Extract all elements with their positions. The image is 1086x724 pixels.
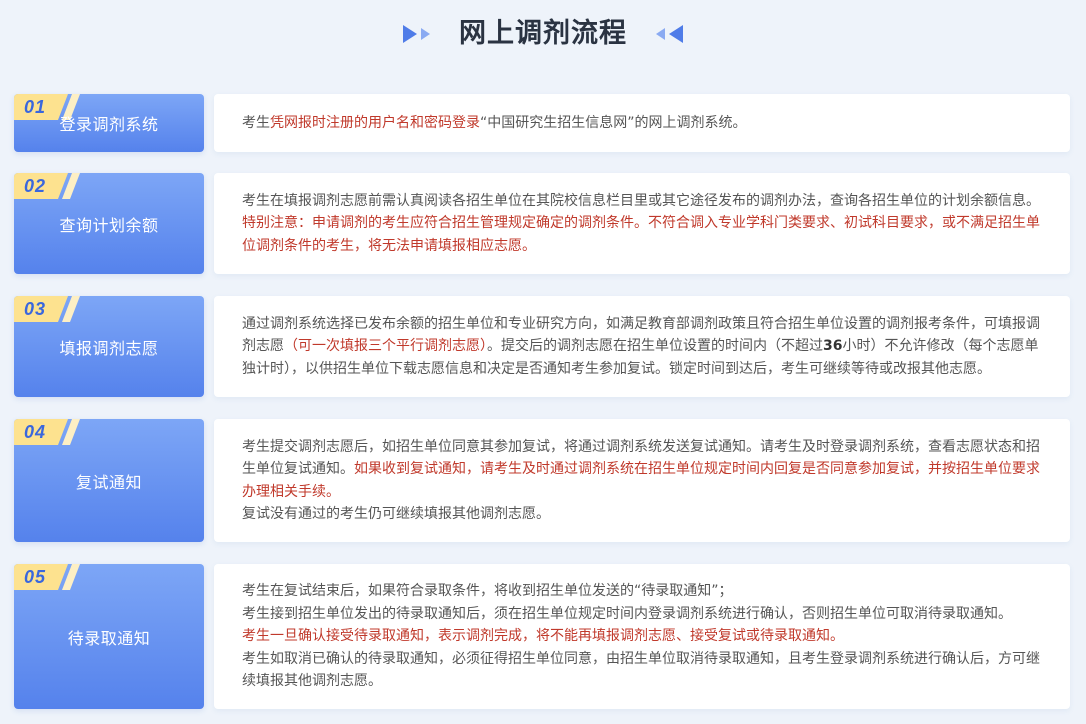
step-description-card: 考生在填报调剂志愿前需认真阅读各招生单位在其院校信息栏目里或其它途径发布的调剂办… — [214, 173, 1070, 274]
step-description-card: 考生提交调剂志愿后，如招生单位同意其参加复试，将通过调剂系统发送复试通知。请考生… — [214, 419, 1070, 542]
description-text: 。提交后的调剂志愿在招生单位设置的时间内（不超过 — [487, 338, 823, 355]
step-description: 考生在填报调剂志愿前需认真阅读各招生单位在其院校信息栏目里或其它途径发布的调剂办… — [242, 190, 1042, 257]
description-text: 考生如取消已确认的待录取通知，必须征得招生单位同意，由招生单位取消待录取通知，且… — [242, 650, 1040, 690]
step-description: 考生在复试结束后，如果符合录取条件，将收到招生单位发送的“待录取通知”； 考生接… — [242, 580, 1042, 692]
description-paragraph: 考生在复试结束后，如果符合录取条件，将收到招生单位发送的“待录取通知”； — [242, 580, 1042, 602]
description-text: 考生接到招生单位发出的待录取通知后，须在招生单位规定时间内登录调剂系统进行确认，… — [242, 605, 1012, 622]
highlighted-text: 凭网报时注册的用户名和密码登录 — [270, 114, 480, 131]
step-label: 登录调剂系统 — [59, 115, 159, 134]
step-row-05: 05 待录取通知 考生在复试结束后，如果符合录取条件，将收到招生单位发送的“待录… — [14, 564, 1070, 709]
step-description-card: 通过调剂系统选择已发布余额的招生单位和专业研究方向，如满足教育部调剂政策且符合招… — [214, 296, 1070, 397]
step-label: 复试通知 — [75, 472, 142, 492]
description-text: 考生 — [242, 114, 270, 131]
description-paragraph: 考生一旦确认接受待录取通知，表示调剂完成，将不能再填报调剂志愿、接受复试或待录取… — [242, 625, 1042, 647]
description-text: “中国研究生招生信息网”的网上调剂系统。 — [480, 114, 747, 131]
highlighted-text: 特别注意：申请调剂的考生应符合招生管理规定确定的调剂条件。不符合调入专业学科门类… — [242, 215, 1040, 254]
step-label: 查询计划余额 — [59, 215, 159, 235]
description-paragraph: 考生接到招生单位发出的待录取通知后，须在招生单位规定时间内登录调剂系统进行确认，… — [242, 603, 1042, 625]
page-title: 网上调剂流程 — [459, 18, 627, 49]
highlighted-text: （可一次填报三个平行调剂志愿） — [284, 338, 487, 355]
description-text: 考生在填报调剂志愿前需认真阅读各招生单位在其院校信息栏目里或其它途径发布的调剂办… — [242, 192, 1040, 209]
page-header: 网上调剂流程 — [0, 14, 1086, 54]
highlighted-text: 考生一旦确认接受待录取通知，表示调剂完成，将不能再填报调剂志愿、接受复试或待录取… — [242, 628, 844, 645]
step-description-card: 考生在复试结束后，如果符合录取条件，将收到招生单位发送的“待录取通知”； 考生接… — [214, 564, 1070, 709]
description-text: 考生在复试结束后，如果符合录取条件，将收到招生单位发送的“待录取通知”； — [242, 583, 733, 600]
step-row-03: 03 填报调剂志愿 通过调剂系统选择已发布余额的招生单位和专业研究方向，如满足教… — [14, 296, 1070, 397]
step-description-card: 考生凭网报时注册的用户名和密码登录“中国研究生招生信息网”的网上调剂系统。 — [214, 94, 1070, 152]
description-paragraph: 通过调剂系统选择已发布余额的招生单位和专业研究方向，如满足教育部调剂政策且符合招… — [242, 313, 1042, 380]
step-label-card: 04 复试通知 — [14, 419, 204, 542]
step-description: 考生凭网报时注册的用户名和密码登录“中国研究生招生信息网”的网上调剂系统。 — [242, 112, 1042, 134]
description-paragraph: 复试没有通过的考生仍可继续填报其他调剂志愿。 — [242, 503, 1042, 525]
step-row-04: 04 复试通知 考生提交调剂志愿后，如招生单位同意其参加复试，将通过调剂系统发送… — [14, 419, 1070, 542]
description-paragraph: 考生在填报调剂志愿前需认真阅读各招生单位在其院校信息栏目里或其它途径发布的调剂办… — [242, 190, 1042, 212]
step-label-card: 02 查询计划余额 — [14, 173, 204, 274]
bold-number-text: 36 — [823, 338, 843, 355]
step-description: 通过调剂系统选择已发布余额的招生单位和专业研究方向，如满足教育部调剂政策且符合招… — [242, 313, 1042, 380]
double-arrow-right-icon — [403, 24, 433, 44]
step-label: 填报调剂志愿 — [59, 338, 159, 358]
step-label-card: 01 登录调剂系统 — [14, 94, 204, 152]
step-label-card: 05 待录取通知 — [14, 564, 204, 709]
step-label: 待录取通知 — [67, 628, 151, 648]
description-paragraph: 考生凭网报时注册的用户名和密码登录“中国研究生招生信息网”的网上调剂系统。 — [242, 112, 1042, 134]
step-description: 考生提交调剂志愿后，如招生单位同意其参加复试，将通过调剂系统发送复试通知。请考生… — [242, 436, 1042, 526]
step-row-01: 01 登录调剂系统 考生凭网报时注册的用户名和密码登录“中国研究生招生信息网”的… — [14, 94, 1070, 152]
description-paragraph: 特别注意：申请调剂的考生应符合招生管理规定确定的调剂条件。不符合调入专业学科门类… — [242, 212, 1042, 257]
description-paragraph: 考生如取消已确认的待录取通知，必须征得招生单位同意，由招生单位取消待录取通知，且… — [242, 648, 1042, 693]
step-label-card: 03 填报调剂志愿 — [14, 296, 204, 397]
description-paragraph: 考生提交调剂志愿后，如招生单位同意其参加复试，将通过调剂系统发送复试通知。请考生… — [242, 436, 1042, 503]
highlighted-text: 如果收到复试通知，请考生及时通过调剂系统在招生单位规定时间内回复是否同意参加复试… — [242, 461, 1040, 500]
double-arrow-left-icon — [653, 24, 683, 44]
step-row-02: 02 查询计划余额 考生在填报调剂志愿前需认真阅读各招生单位在其院校信息栏目里或… — [14, 173, 1070, 274]
description-text: 复试没有通过的考生仍可继续填报其他调剂志愿。 — [242, 505, 550, 522]
page: 网上调剂流程 01 登录调剂系统 考生凭网报时注册的用户名和密码登录“中国研究生… — [0, 0, 1086, 724]
